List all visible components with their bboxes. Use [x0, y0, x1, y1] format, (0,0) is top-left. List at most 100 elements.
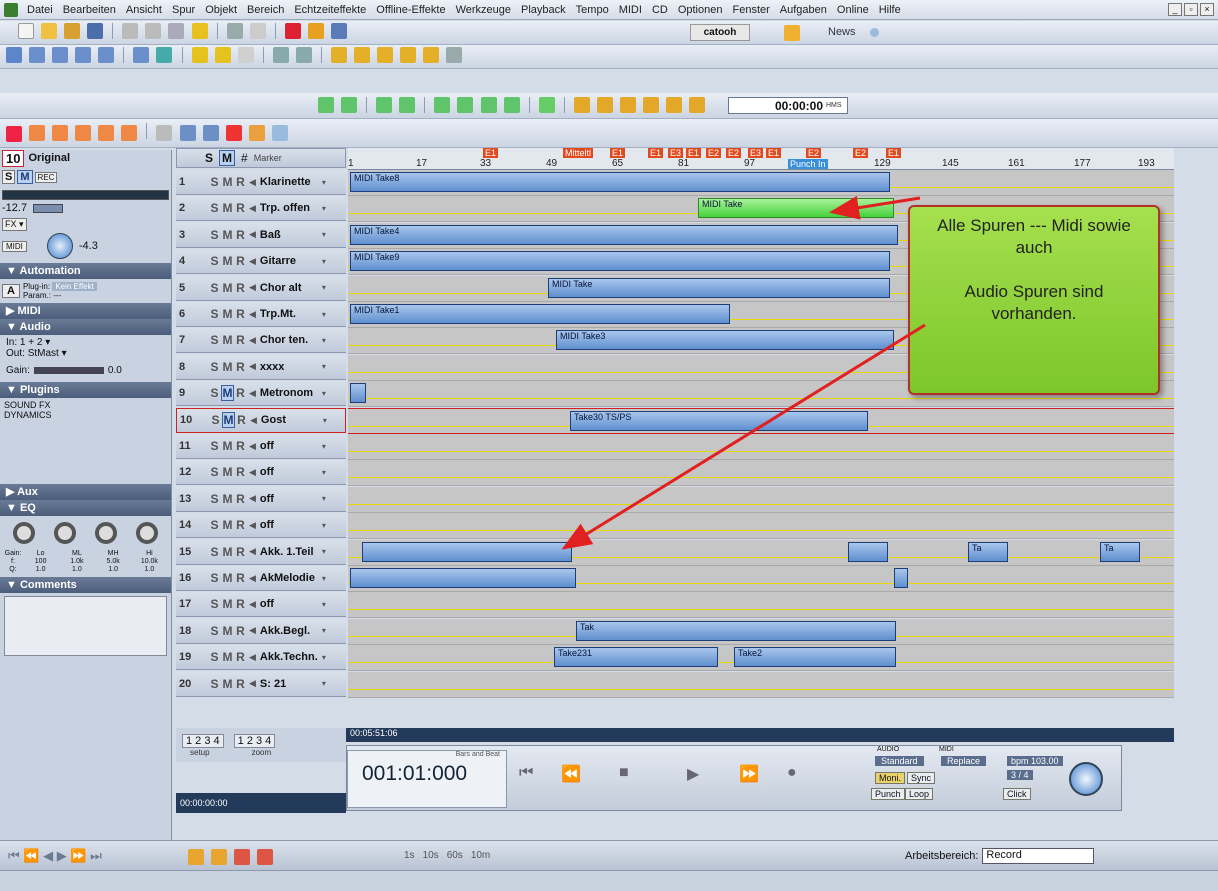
track-header-5[interactable]: 5 S M R ◀ Chor alt ▾	[176, 275, 346, 301]
track-mute-button[interactable]: M	[221, 385, 234, 402]
standard-dropdown[interactable]: Standard	[875, 756, 924, 766]
track-solo-button[interactable]: S	[208, 228, 221, 242]
audio-out-select[interactable]: StMast	[28, 348, 59, 359]
copy-icon[interactable]	[145, 23, 162, 39]
track-header-11[interactable]: 11 S M R ◀ off ▾	[176, 434, 346, 459]
track-header-6[interactable]: 6 S M R ◀ Trp.Mt. ▾	[176, 302, 346, 327]
nav-buttons[interactable]: ⏮ ⏪ ◀ ▶ ⏩ ⏭	[8, 848, 102, 864]
volume-envelope[interactable]	[348, 451, 1174, 452]
eq-knob-mh-icon[interactable]	[94, 522, 117, 544]
clip[interactable]: MIDI Take8	[350, 172, 890, 192]
track-menu-icon[interactable]: ▾	[322, 574, 326, 583]
clip[interactable]: Tak	[576, 620, 896, 641]
clip[interactable]: Ta	[1100, 541, 1140, 562]
volume-envelope[interactable]	[348, 688, 1174, 690]
track-header-18[interactable]: 18 S M R ◀ Akk.Begl. ▾	[176, 618, 346, 644]
fast-forward-button[interactable]: ⏩	[739, 764, 759, 784]
stretch-tool-icon[interactable]	[98, 47, 115, 63]
track-rec-button[interactable]: R	[234, 545, 247, 559]
plugin-value[interactable]: Kein Effekt	[52, 282, 97, 291]
param-value[interactable]: ---	[53, 291, 61, 300]
speaker-icon[interactable]	[272, 47, 289, 63]
track-header-14[interactable]: 14 S M R ◀ off ▾	[176, 513, 346, 539]
track-menu-icon[interactable]: ▾	[322, 310, 326, 319]
track-rec-button[interactable]: R	[234, 492, 247, 506]
track-monitor-icon[interactable]: ◀	[249, 229, 256, 240]
comments-field[interactable]	[4, 596, 167, 656]
inspector-solo-button[interactable]: S	[2, 170, 16, 184]
track-name[interactable]: off	[260, 493, 322, 505]
zoom-tool-icon[interactable]	[133, 47, 150, 63]
arrow-left-icon[interactable]	[376, 97, 393, 113]
track-rec-button[interactable]: R	[234, 281, 247, 295]
track-name[interactable]: off	[260, 519, 322, 531]
track-lane-12[interactable]	[348, 460, 1174, 487]
play-button[interactable]: ▶	[687, 764, 699, 784]
track-name[interactable]: S: 21	[260, 678, 322, 690]
clip[interactable]	[894, 568, 908, 588]
synth-icon[interactable]	[98, 125, 115, 141]
track-header-8[interactable]: 8 S M R ◀ xxxx ▾	[176, 354, 346, 380]
loop-button[interactable]: Loop	[905, 788, 934, 800]
track-menu-icon[interactable]: ▾	[322, 653, 326, 662]
track-menu-icon[interactable]: ▾	[322, 336, 326, 345]
track-lane-17[interactable]	[348, 592, 1174, 619]
track-name[interactable]: Akk.Begl.	[260, 625, 322, 637]
plugin-slot-1[interactable]: SOUND FX	[4, 400, 167, 410]
volume-envelope[interactable]	[348, 530, 1174, 532]
track-monitor-icon[interactable]: ◀	[249, 546, 256, 557]
pencil-icon[interactable]	[191, 23, 208, 39]
track-mute-button[interactable]: M	[221, 624, 234, 638]
list-icon[interactable]	[330, 23, 347, 39]
plugins-header[interactable]: ▼ Plugins	[0, 382, 171, 398]
track-rec-button[interactable]: R	[234, 571, 247, 585]
menu-item-14[interactable]: Fenster	[727, 4, 774, 16]
track-rec-button[interactable]: R	[234, 175, 247, 189]
pan-knob-icon[interactable]	[46, 233, 73, 259]
track-solo-button[interactable]: S	[208, 307, 221, 321]
scrub-tool-icon[interactable]	[156, 47, 173, 63]
midi-button[interactable]: MIDI	[2, 240, 27, 252]
track-monitor-icon[interactable]: ◀	[249, 282, 256, 293]
track-rec-button[interactable]: R	[234, 201, 247, 215]
fast-left-icon[interactable]	[666, 97, 683, 113]
clip[interactable]: MIDI Take	[698, 198, 894, 219]
track-monitor-icon[interactable]: ◀	[249, 441, 256, 452]
vst-icon[interactable]	[29, 125, 46, 141]
track-header-19[interactable]: 19 S M R ◀ Akk.Techn. ▾	[176, 645, 346, 671]
menu-item-12[interactable]: CD	[647, 4, 673, 16]
search-icon[interactable]	[446, 47, 463, 63]
click-button[interactable]: Click	[1003, 788, 1031, 800]
clip[interactable]	[350, 383, 366, 404]
volume-slider[interactable]	[33, 203, 64, 213]
menu-item-0[interactable]: Datei	[22, 4, 58, 16]
clip[interactable]: MIDI Take9	[350, 251, 890, 272]
setup-buttons[interactable]: 1 2 3 4	[182, 734, 224, 748]
track-monitor-icon[interactable]: ◀	[249, 652, 256, 663]
menu-item-13[interactable]: Optionen	[673, 4, 728, 16]
volume-envelope[interactable]	[348, 398, 1174, 400]
clip[interactable]: Take2	[734, 647, 896, 668]
track-mute-button[interactable]: M	[221, 333, 234, 347]
track-lane-18[interactable]: Tak	[348, 618, 1174, 645]
track-monitor-icon[interactable]: ◀	[249, 177, 256, 188]
eq-knob-ml-icon[interactable]	[54, 522, 77, 544]
track-solo-button[interactable]: S	[208, 281, 221, 295]
track-mute-button[interactable]: M	[221, 281, 234, 295]
track-rec-button[interactable]: R	[234, 650, 247, 664]
rewind-start-button[interactable]: ⏮	[519, 764, 533, 782]
midi-section-header[interactable]: ▶ MIDI	[0, 303, 171, 319]
track-solo-button[interactable]: S	[208, 492, 221, 506]
track-menu-icon[interactable]: ▾	[323, 416, 327, 425]
volume-envelope[interactable]	[348, 503, 1174, 505]
track-menu-icon[interactable]: ▾	[322, 283, 326, 292]
track-monitor-icon[interactable]: ◀	[250, 415, 257, 426]
track-name[interactable]: off	[260, 440, 322, 452]
eq-knob-hi-icon[interactable]	[135, 522, 158, 544]
track-lane-16[interactable]	[348, 566, 1174, 592]
minimize-button[interactable]: _	[1168, 3, 1182, 16]
menu-item-6[interactable]: Echtzeiteffekte	[289, 4, 371, 16]
track-name[interactable]: off	[260, 466, 322, 478]
track-monitor-icon[interactable]: ◀	[249, 678, 256, 689]
clip[interactable]: MIDI Take3	[556, 330, 894, 351]
